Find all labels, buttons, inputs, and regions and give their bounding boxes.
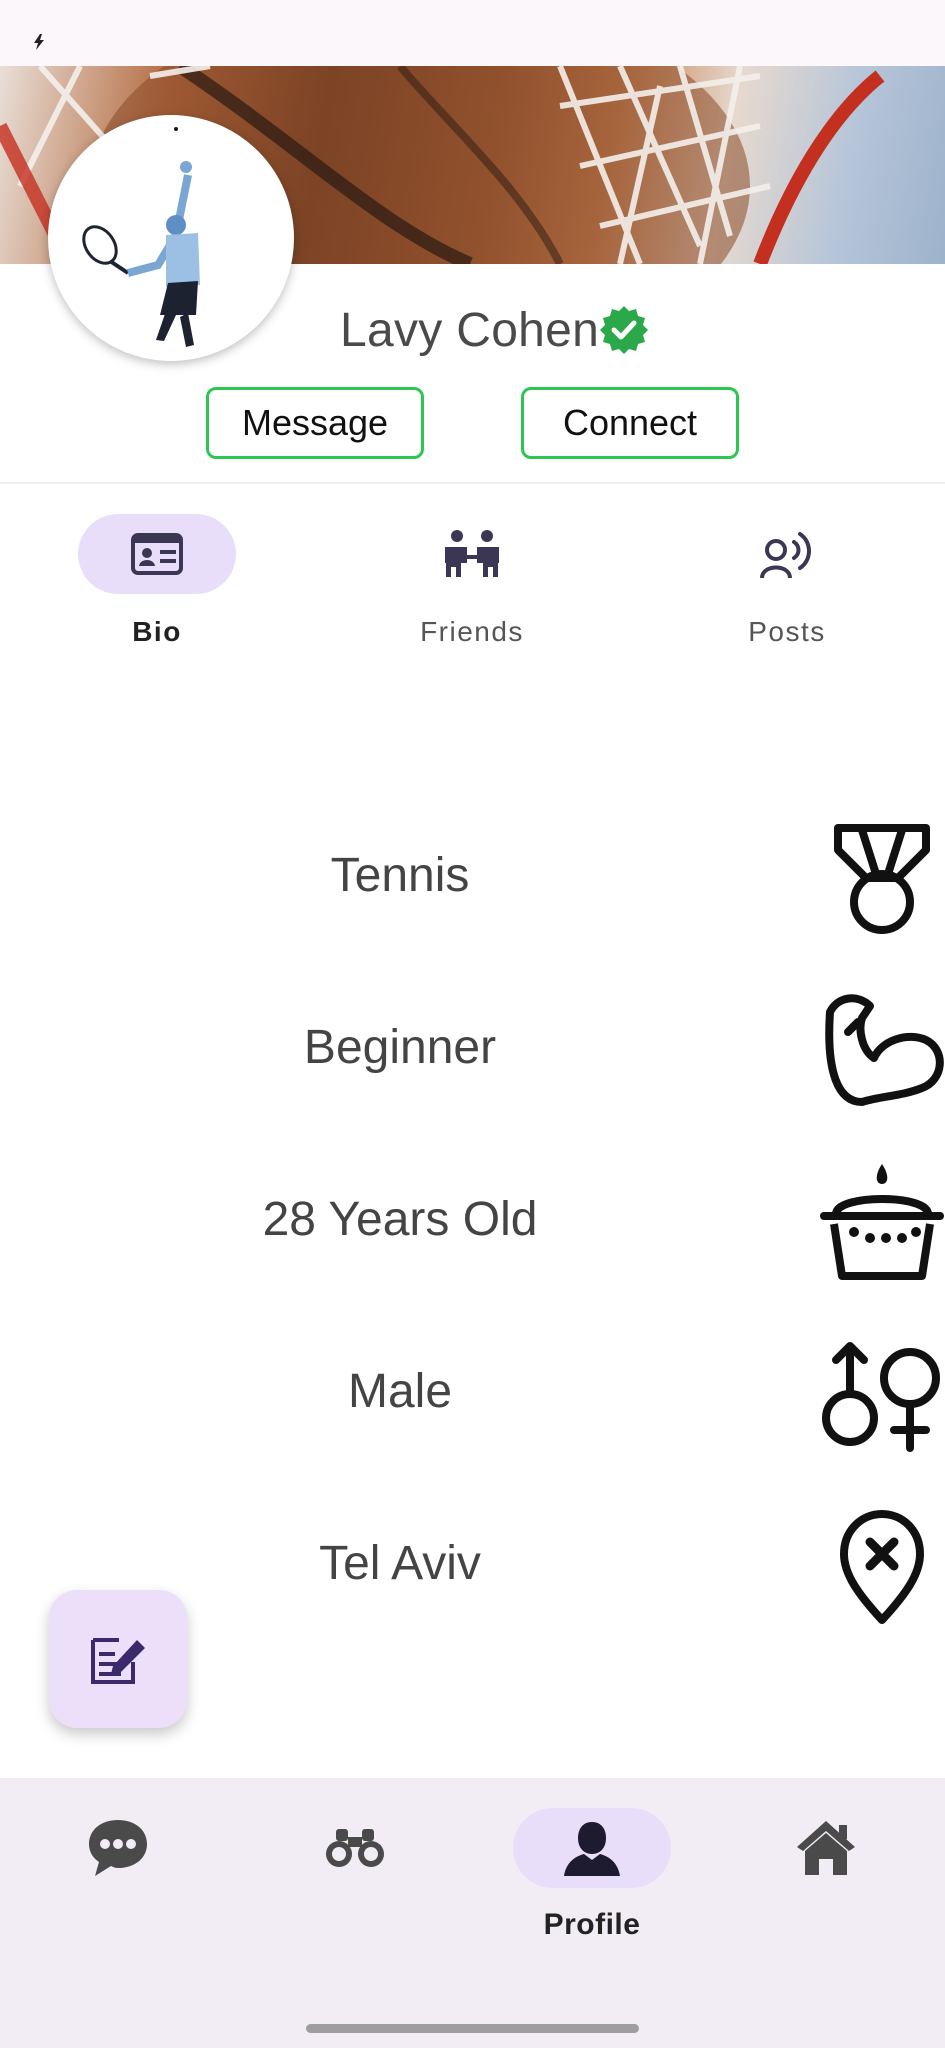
- bio-location: Tel Aviv: [319, 1537, 481, 1590]
- nav-home-indicator: [747, 1808, 905, 1888]
- verified-badge-icon: [600, 306, 649, 354]
- tab-bio[interactable]: Bio: [47, 514, 267, 654]
- profile-name: Lavy Cohen: [340, 303, 600, 357]
- tab-bio-indicator: [78, 514, 236, 594]
- tab-bio-label: Bio: [132, 616, 182, 647]
- charging-icon: [34, 34, 44, 50]
- header-divider: [0, 482, 945, 484]
- binoculars-icon: [326, 1829, 384, 1867]
- tab-friends[interactable]: Friends: [362, 514, 582, 654]
- bio-level: Beginner: [303, 1021, 497, 1074]
- person-icon: [564, 1822, 620, 1876]
- tab-posts-indicator: [708, 514, 866, 594]
- chat-icon: [89, 1820, 147, 1876]
- nav-chat-indicator: [39, 1808, 197, 1888]
- tab-friends-indicator: [393, 514, 551, 594]
- speaking-icon: [760, 532, 811, 579]
- nav-profile-indicator: [513, 1808, 671, 1888]
- bio-row-gender: Male: [0, 1336, 945, 1456]
- nav-discover[interactable]: [275, 1808, 435, 1978]
- profile-avatar[interactable]: [48, 115, 294, 361]
- nav-profile-label: Profile: [543, 1908, 641, 1941]
- bio-sport: Tennis: [330, 849, 470, 902]
- bottom-navigation: Profile: [0, 1778, 945, 2012]
- connect-button[interactable]: Connect: [521, 387, 739, 459]
- nav-chat[interactable]: [38, 1808, 198, 1978]
- gender-icon: [822, 1342, 940, 1452]
- id-card-icon: [131, 533, 183, 575]
- bio-gender: Male: [347, 1365, 453, 1418]
- bio-row-age: 28 Years Old: [0, 1164, 945, 1284]
- bio-age: 28 Years Old: [262, 1193, 538, 1246]
- home-icon: [797, 1821, 855, 1875]
- bio-row-level: Beginner: [0, 992, 945, 1112]
- medal-icon: [834, 824, 930, 934]
- edit-profile-button[interactable]: [49, 1590, 187, 1728]
- message-button[interactable]: Message: [206, 387, 424, 459]
- tab-friends-label: Friends: [420, 616, 524, 647]
- nav-discover-indicator: [276, 1808, 434, 1888]
- tab-posts[interactable]: Posts: [677, 514, 897, 654]
- people-icon: [445, 530, 499, 577]
- nav-home[interactable]: [746, 1808, 906, 1978]
- edit-note-icon: [91, 1638, 145, 1684]
- profile-name-row: Lavy Cohen: [340, 298, 649, 362]
- location-pin-icon: [840, 1510, 924, 1624]
- bio-row-sport: Tennis: [0, 820, 945, 940]
- birthday-cake-icon: [820, 1164, 944, 1280]
- status-bar: [0, 0, 945, 66]
- flexed-bicep-icon: [825, 994, 944, 1106]
- home-indicator[interactable]: [306, 2024, 639, 2033]
- nav-profile[interactable]: Profile: [512, 1808, 672, 1978]
- tab-posts-label: Posts: [748, 616, 826, 647]
- tennis-player-image: [82, 127, 200, 347]
